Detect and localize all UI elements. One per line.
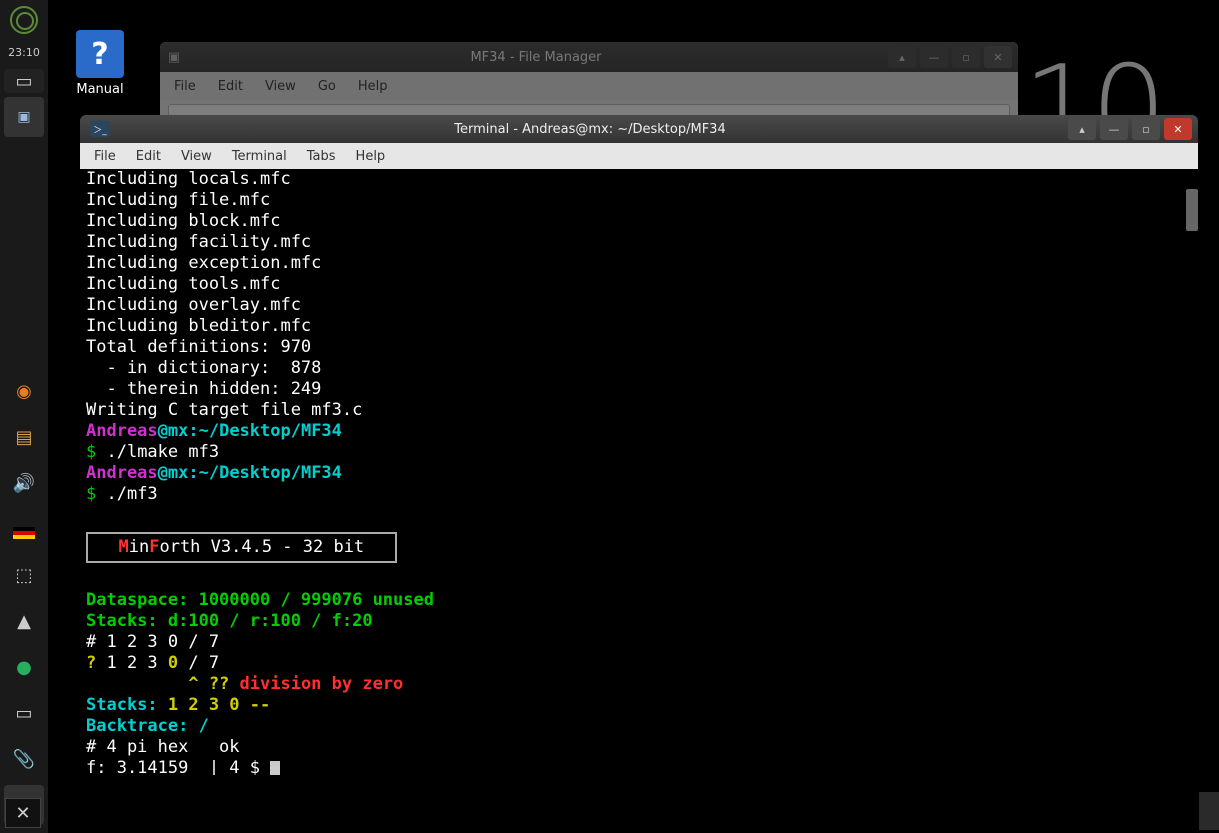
term-rollup-button[interactable]: ▴ — [1068, 118, 1096, 140]
fm-menu-help[interactable]: Help — [358, 79, 388, 94]
fm-menubar: File Edit View Go Help — [160, 72, 1018, 100]
cube-icon[interactable]: ⬚ — [4, 555, 44, 595]
filemanager-icon[interactable]: ▤ — [4, 417, 44, 457]
fm-menu-edit[interactable]: Edit — [218, 79, 243, 94]
volume-icon[interactable]: 🔊 — [4, 463, 44, 503]
term-title: Terminal - Andreas@mx: ~/Desktop/MF34 — [116, 122, 1064, 137]
fm-menu-file[interactable]: File — [174, 79, 196, 94]
fm-close-button[interactable]: ✕ — [984, 46, 1012, 68]
eject-icon[interactable]: ▲ — [4, 601, 44, 641]
term-menu-help[interactable]: Help — [356, 149, 386, 164]
term-minimize-button[interactable]: — — [1100, 118, 1128, 140]
term-menu-edit[interactable]: Edit — [136, 149, 161, 164]
term-close-button[interactable]: ✕ — [1164, 118, 1192, 140]
fm-menu-view[interactable]: View — [265, 79, 296, 94]
mx-menu-button[interactable]: ✕ — [5, 798, 41, 828]
term-menu-file[interactable]: File — [94, 149, 116, 164]
term-titlebar[interactable]: ＞_ Terminal - Andreas@mx: ~/Desktop/MF34… — [80, 115, 1198, 143]
flag-de-icon[interactable] — [4, 509, 44, 549]
clipboard-icon[interactable]: ▭ — [4, 693, 44, 733]
fm-titlebar[interactable]: ▣ MF34 - File Manager ▴ — ▫ ✕ — [160, 42, 1018, 72]
fm-title: MF34 - File Manager — [188, 50, 884, 65]
fm-rollup-button[interactable]: ▴ — [888, 46, 916, 68]
system-dock: 23:10 ▭ ▣ ◉ ▤ 🔊 ⬚ ▲ ● ▭ 📎 ＞_ — [0, 0, 48, 833]
scrollbar-placeholder — [1199, 792, 1219, 830]
terminal-icon: ＞_ — [90, 121, 110, 137]
workspace-icon[interactable]: ▭ — [4, 69, 44, 93]
term-menu-terminal[interactable]: Terminal — [232, 149, 287, 164]
fm-maximize-button[interactable]: ▫ — [952, 46, 980, 68]
terminal-window[interactable]: ＞_ Terminal - Andreas@mx: ~/Desktop/MF34… — [80, 115, 1198, 775]
start-icon[interactable] — [4, 0, 44, 40]
term-menubar: File Edit View Terminal Tabs Help — [80, 143, 1198, 169]
term-menu-view[interactable]: View — [181, 149, 212, 164]
taskbar-terminal-icon[interactable]: ▣ — [4, 97, 44, 137]
fm-menu-go[interactable]: Go — [318, 79, 336, 94]
firefox-icon[interactable]: ◉ — [4, 371, 44, 411]
dock-time: 23:10 — [8, 44, 40, 65]
terminal-output[interactable]: Including locals.mfc Including file.mfc … — [80, 169, 1198, 775]
help-icon: ? — [76, 30, 124, 78]
term-menu-tabs[interactable]: Tabs — [307, 149, 336, 164]
term-maximize-button[interactable]: ▫ — [1132, 118, 1160, 140]
paperclip-icon[interactable]: 📎 — [4, 739, 44, 779]
folder-icon: ▣ — [160, 50, 188, 65]
fm-minimize-button[interactable]: — — [920, 46, 948, 68]
terminal-scrollbar[interactable] — [1186, 189, 1198, 231]
desktop-manual-icon[interactable]: ? Manual — [60, 30, 140, 97]
updates-icon[interactable]: ● — [4, 647, 44, 687]
